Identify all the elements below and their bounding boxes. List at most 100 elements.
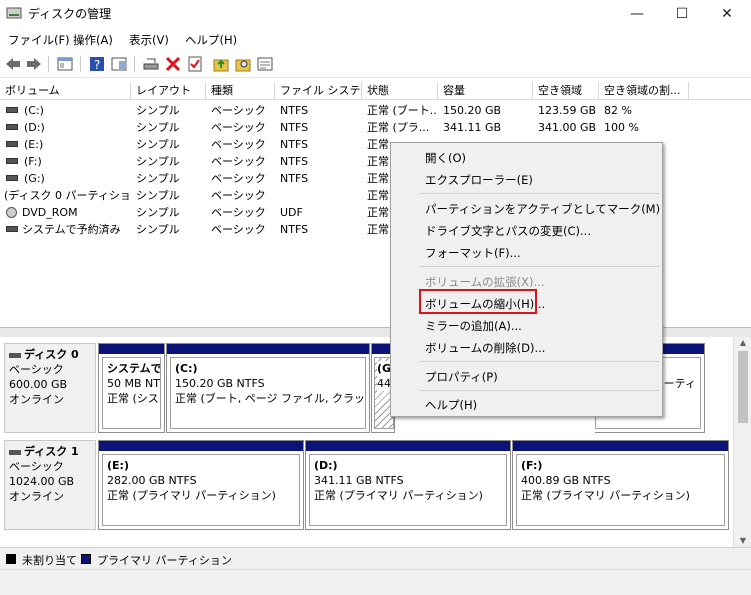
- disk0-size: 600.00 GB: [9, 378, 68, 391]
- column-header-percent-free[interactable]: 空き領域の割...: [599, 82, 689, 100]
- column-header-layout[interactable]: レイアウト: [131, 82, 206, 100]
- menu-item-delete-volume[interactable]: ボリュームの削除(D)...: [425, 340, 545, 356]
- delete-x-icon[interactable]: [164, 55, 182, 73]
- volume-layout: シンプル: [136, 223, 180, 236]
- vertical-scrollbar[interactable]: ▲ ▼: [733, 337, 751, 547]
- column-header-status[interactable]: 状態: [362, 82, 438, 100]
- partition-inner: (D:) 341.11 GB NTFS 正常 (プライマリ パーティション): [309, 454, 507, 526]
- partition-size: 44: [377, 376, 391, 391]
- disk1-partition-f[interactable]: (F:) 400.89 GB NTFS 正常 (プライマリ パーティション): [512, 440, 729, 530]
- dvd-drive-icon: [6, 207, 17, 218]
- context-menu: 開く(O) エクスプローラー(E) パーティションをアクティブとしてマーク(M)…: [390, 142, 663, 417]
- volume-status: 正常: [367, 223, 389, 236]
- volume-type: ベーシック: [211, 223, 266, 236]
- help-icon[interactable]: ?: [88, 55, 106, 73]
- checklist-icon[interactable]: [186, 55, 204, 73]
- partition-bar: [306, 441, 510, 451]
- partition-inner: (F:) 400.89 GB NTFS 正常 (プライマリ パーティション): [516, 454, 725, 526]
- scroll-down-arrow-icon[interactable]: ▼: [734, 535, 751, 547]
- volume-layout: シンプル: [136, 138, 180, 151]
- menu-action[interactable]: 操作(A): [73, 32, 113, 48]
- volume-fs: NTFS: [280, 223, 309, 236]
- menu-item-change-drive-letter[interactable]: ドライブ文字とパスの変更(C)...: [425, 223, 591, 239]
- scroll-up-arrow-icon[interactable]: ▲: [734, 337, 751, 349]
- volume-type: ベーシック: [211, 121, 266, 134]
- volume-type: ベーシック: [211, 206, 266, 219]
- volume-pct-free: 82 %: [604, 104, 632, 117]
- scroll-thumb[interactable]: [738, 351, 748, 423]
- menu-file[interactable]: ファイル(F): [8, 32, 70, 48]
- status-bar: [0, 569, 751, 595]
- disk1-label[interactable]: ディスク 1 ベーシック 1024.00 GB オンライン: [4, 440, 96, 530]
- menu-item-open[interactable]: 開く(O): [425, 150, 466, 166]
- partition-size: 400.89 GB NTFS: [521, 474, 611, 487]
- toolbar-separator: [80, 56, 81, 72]
- partition-bar: [99, 441, 303, 451]
- minimize-button[interactable]: —: [615, 2, 659, 26]
- partition-name: システムで予: [107, 362, 161, 375]
- column-header-capacity[interactable]: 容量: [438, 82, 533, 100]
- disk1-partition-e[interactable]: (E:) 282.00 GB NTFS 正常 (プライマリ パーティション): [98, 440, 304, 530]
- properties-icon[interactable]: [256, 55, 274, 73]
- partition-name: (E:): [107, 459, 129, 472]
- table-row[interactable]: (C:) シンプル ベーシック NTFS 正常 (ブート... 150.20 G…: [0, 102, 751, 119]
- disk1-size: 1024.00 GB: [9, 475, 75, 488]
- connect-drive-icon[interactable]: [142, 55, 160, 73]
- column-header-filesystem[interactable]: ファイル システム: [275, 82, 362, 100]
- legend-unallocated: 未割り当て: [22, 554, 77, 567]
- forward-arrow-icon[interactable]: [25, 55, 43, 73]
- menu-view[interactable]: 表示(V): [129, 32, 169, 48]
- search-folder-icon[interactable]: [234, 55, 252, 73]
- disk0-label[interactable]: ディスク 0 ベーシック 600.00 GB オンライン: [4, 343, 96, 433]
- volume-type: ベーシック: [211, 138, 266, 151]
- disk0-type: ベーシック: [9, 363, 64, 376]
- partition-status: 正常 (ブート, ページ ファイル, クラッシュ ダ: [175, 392, 366, 405]
- menu-item-format[interactable]: フォーマット(F)...: [425, 245, 521, 261]
- folder-up-icon[interactable]: [212, 55, 230, 73]
- back-arrow-icon[interactable]: [4, 55, 22, 73]
- menu-item-explore[interactable]: エクスプローラー(E): [425, 172, 533, 188]
- column-header-volume[interactable]: ボリューム: [0, 82, 131, 100]
- partition-inner: システムで予 50 MB NT 正常 (シス: [102, 357, 161, 429]
- console-tree-icon[interactable]: [56, 55, 74, 73]
- partition-size: 150.20 GB NTFS: [175, 377, 265, 390]
- volume-fs: NTFS: [280, 104, 309, 117]
- volume-type: ベーシック: [211, 172, 266, 185]
- volume-name: (D:): [24, 121, 45, 134]
- volume-free: 341.00 GB: [538, 121, 597, 134]
- volume-capacity: 150.20 GB: [443, 104, 502, 117]
- menu-item-help[interactable]: ヘルプ(H): [425, 397, 477, 413]
- disk0-partition-system[interactable]: システムで予 50 MB NT 正常 (シス: [98, 343, 165, 433]
- volume-name: システムで予約済み: [22, 223, 121, 236]
- title-bar: ディスクの管理 — ☐ ✕: [0, 0, 751, 28]
- close-button[interactable]: ✕: [705, 2, 749, 26]
- volume-fs: NTFS: [280, 155, 309, 168]
- table-row[interactable]: (D:) シンプル ベーシック NTFS 正常 (プラ... 341.11 GB…: [0, 119, 751, 136]
- volume-type: ベーシック: [211, 155, 266, 168]
- maximize-button[interactable]: ☐: [660, 2, 704, 26]
- volume-status: 正常: [367, 206, 389, 219]
- disk0-partition-c[interactable]: (C:) 150.20 GB NTFS 正常 (ブート, ページ ファイル, ク…: [166, 343, 370, 433]
- menu-item-properties[interactable]: プロパティ(P): [425, 369, 498, 385]
- volume-pct-free: 100 %: [604, 121, 639, 134]
- svg-text:?: ?: [94, 58, 100, 72]
- partition-status: 正常 (プライマリ パーティション): [107, 489, 276, 502]
- drive-icon: [6, 107, 18, 113]
- volume-free: 123.59 GB: [538, 104, 597, 117]
- volume-fs: NTFS: [280, 121, 309, 134]
- menu-item-add-mirror[interactable]: ミラーの追加(A)...: [425, 318, 522, 334]
- disk1-partition-d[interactable]: (D:) 341.11 GB NTFS 正常 (プライマリ パーティション): [305, 440, 511, 530]
- disk-icon: [9, 352, 21, 358]
- column-header-free[interactable]: 空き領域: [533, 82, 599, 100]
- column-header-type[interactable]: 種類: [206, 82, 275, 100]
- partition-bar: [99, 344, 164, 354]
- volume-status: 正常 (ブート...: [367, 104, 436, 117]
- menu-help[interactable]: ヘルプ(H): [185, 32, 237, 48]
- menu-separator: [419, 390, 659, 391]
- volume-name: DVD_ROM: [22, 206, 78, 219]
- show-pane-icon[interactable]: [110, 55, 128, 73]
- volume-layout: シンプル: [136, 155, 180, 168]
- volume-type: ベーシック: [211, 189, 266, 202]
- menu-item-mark-active[interactable]: パーティションをアクティブとしてマーク(M): [425, 201, 660, 217]
- partition-status: 正常 (シス: [107, 392, 159, 405]
